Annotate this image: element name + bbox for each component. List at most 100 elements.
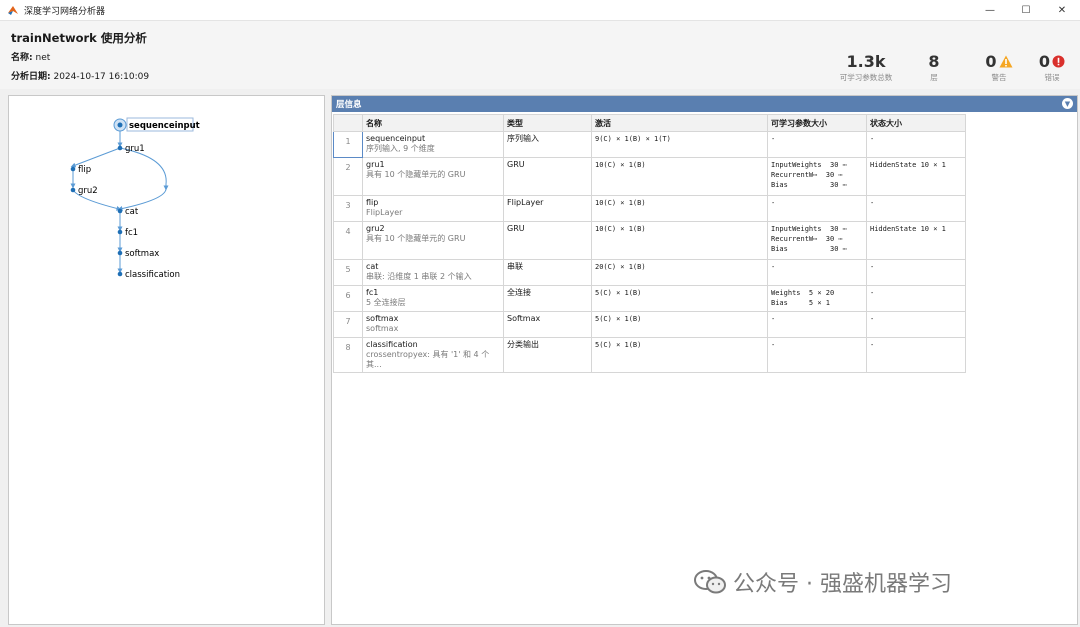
cell-learnable-line: - bbox=[771, 135, 776, 143]
cell-layer-desc: 5 全连接层 bbox=[366, 298, 406, 307]
table-row[interactable]: 3 flip FlipLayer FlipLayer 10(C) × 1(B) - - bbox=[333, 195, 966, 222]
date-label: 分析日期: bbox=[11, 72, 51, 82]
maximize-button[interactable]: ☐ bbox=[1008, 0, 1044, 21]
cell-layer-name: fc1 bbox=[366, 288, 379, 297]
table-row[interactable]: 6 fc1 5 全连接层 全连接 5(C) × 1(B) Weights 5 × 20 Bi… bbox=[333, 285, 966, 312]
cell-learnable-line: - bbox=[771, 341, 776, 349]
network-graph[interactable]: sequenceinput gru1 flip gru2 cat fc1 sof… bbox=[9, 96, 326, 626]
cell-learnable-line: Weights 5 × 20 bbox=[771, 289, 835, 297]
warning-icon bbox=[999, 55, 1013, 68]
stat-warnings[interactable]: 0 警告 bbox=[978, 52, 1020, 83]
stat-errors[interactable]: 0 错误 bbox=[1032, 52, 1072, 83]
name-value: net bbox=[35, 53, 51, 63]
graph-node-gru2[interactable]: gru2 bbox=[70, 186, 98, 196]
cell-index: 4 bbox=[333, 221, 363, 260]
table-row[interactable]: 4 gru2 具有 10 个隐藏单元的 GRU GRU 10(C) × 1(B) Inpu… bbox=[333, 221, 966, 260]
cell-activation: 9(C) × 1(B) × 1(T) bbox=[591, 131, 768, 158]
table-row[interactable]: 8 classification crossentropyex: 具有 '1' 和 … bbox=[333, 337, 966, 373]
cell-index: 3 bbox=[333, 195, 363, 222]
cell-layer-name: softmax bbox=[366, 314, 399, 323]
cell-index: 1 bbox=[333, 131, 363, 158]
cell-state: - bbox=[866, 311, 966, 338]
cell-type: 分类输出 bbox=[503, 337, 592, 373]
cell-learnables: Weights 5 × 20 Bias 5 × 1 bbox=[767, 285, 867, 312]
name-label: 名称: bbox=[11, 53, 33, 63]
minimize-button[interactable]: — bbox=[972, 0, 1008, 21]
graph-node-softmax[interactable]: softmax bbox=[117, 249, 160, 259]
cell-state: HiddenState 10 × 1 bbox=[866, 157, 966, 196]
col-activation[interactable]: 激活 bbox=[591, 114, 768, 132]
graph-node-classification[interactable]: classification bbox=[117, 270, 180, 280]
table-row[interactable]: 1 sequenceinput 序列输入, 9 个维度 序列输入 9(C) × 1(B)… bbox=[333, 131, 966, 158]
col-index[interactable] bbox=[333, 114, 363, 132]
cell-layer-desc: 具有 10 个隐藏单元的 GRU bbox=[366, 170, 466, 179]
collapse-chevron-icon[interactable]: ▼ bbox=[1062, 98, 1073, 109]
error-icon bbox=[1052, 55, 1065, 68]
cell-learnable-line: - bbox=[771, 263, 776, 271]
graph-node-fc1[interactable]: fc1 bbox=[117, 228, 138, 238]
cell-name: flip FlipLayer bbox=[362, 195, 504, 222]
graph-label-flip: flip bbox=[78, 165, 91, 175]
graph-node-gru1[interactable]: gru1 bbox=[117, 144, 145, 154]
cell-layer-name: gru2 bbox=[366, 224, 385, 233]
cell-index: 2 bbox=[333, 157, 363, 196]
stat-warnings-label: 警告 bbox=[991, 73, 1007, 82]
cell-layer-name: cat bbox=[366, 262, 379, 271]
cell-learnable-line: - bbox=[771, 199, 776, 207]
graph-node-flip[interactable]: flip bbox=[70, 165, 91, 175]
col-state[interactable]: 状态大小 bbox=[866, 114, 966, 132]
stat-warnings-value: 0 bbox=[985, 52, 997, 71]
cell-learnable-line: Bias 5 × 1 bbox=[771, 299, 831, 307]
cell-activation: 5(C) × 1(B) bbox=[591, 285, 768, 312]
cell-name: softmax softmax bbox=[362, 311, 504, 338]
cell-name: fc1 5 全连接层 bbox=[362, 285, 504, 312]
cell-learnables: InputWeights 30 ⋯ RecurrentW⋯ 30 ⋯ Bias 30… bbox=[767, 221, 867, 260]
graph-label-gru1: gru1 bbox=[125, 144, 145, 154]
cell-state: - bbox=[866, 259, 966, 286]
cell-layer-desc: 序列输入, 9 个维度 bbox=[366, 144, 435, 153]
network-graph-panel[interactable]: sequenceinput gru1 flip gru2 cat fc1 sof… bbox=[8, 95, 325, 625]
cell-type: 全连接 bbox=[503, 285, 592, 312]
col-type[interactable]: 类型 bbox=[503, 114, 592, 132]
layer-table: 名称 类型 激活 可学习参数大小 状态大小 1 sequenceinput 序列输入… bbox=[333, 114, 966, 373]
cell-layer-desc: FlipLayer bbox=[366, 208, 403, 217]
graph-node-sequenceinput[interactable]: sequenceinput bbox=[113, 117, 200, 132]
col-name[interactable]: 名称 bbox=[362, 114, 504, 132]
analysis-header: trainNetwork 使用分析 名称: net 分析日期: 2024-10-… bbox=[0, 21, 1080, 89]
table-row[interactable]: 7 softmax softmax Softmax 5(C) × 1(B) - - bbox=[333, 311, 966, 338]
cell-layer-name: gru1 bbox=[366, 160, 385, 169]
cell-index: 6 bbox=[333, 285, 363, 312]
stat-errors-label: 错误 bbox=[1044, 73, 1060, 82]
close-button[interactable]: ✕ bbox=[1044, 0, 1080, 21]
window-title: 深度学习网络分析器 bbox=[24, 6, 106, 17]
graph-label-classification: classification bbox=[125, 270, 180, 280]
table-row[interactable]: 2 gru1 具有 10 个隐藏单元的 GRU GRU 10(C) × 1(B) Inpu… bbox=[333, 157, 966, 196]
cell-state: - bbox=[866, 337, 966, 373]
cell-learnables: InputWeights 30 ⋯ RecurrentW⋯ 30 ⋯ Bias 30… bbox=[767, 157, 867, 196]
stat-learnables: 1.3k 可学习参数总数 bbox=[832, 52, 900, 83]
col-learnables[interactable]: 可学习参数大小 bbox=[767, 114, 867, 132]
cell-learnable-line: InputWeights 30 ⋯ bbox=[771, 225, 847, 233]
stat-learnables-value: 1.3k bbox=[846, 52, 886, 71]
cell-layer-name: flip bbox=[366, 198, 379, 207]
cell-layer-name: sequenceinput bbox=[366, 134, 426, 143]
graph-label-gru2: gru2 bbox=[78, 186, 98, 196]
cell-name: sequenceinput 序列输入, 9 个维度 bbox=[362, 131, 504, 158]
cell-state: HiddenState 10 × 1 bbox=[866, 221, 966, 260]
graph-label-sequenceinput: sequenceinput bbox=[129, 121, 200, 131]
graph-label-fc1: fc1 bbox=[125, 228, 138, 238]
table-row[interactable]: 5 cat 串联: 沿维度 1 串联 2 个输入 串联 20(C) × 1(B) - - bbox=[333, 259, 966, 286]
cell-name: cat 串联: 沿维度 1 串联 2 个输入 bbox=[362, 259, 504, 286]
stat-layers: 8 层 bbox=[918, 52, 950, 83]
cell-learnable-line: InputWeights 30 ⋯ bbox=[771, 161, 847, 169]
stat-errors-value: 0 bbox=[1038, 52, 1051, 71]
page-title: trainNetwork 使用分析 bbox=[11, 31, 147, 45]
cell-name: gru1 具有 10 个隐藏单元的 GRU bbox=[362, 157, 504, 196]
cell-layer-desc: 串联: 沿维度 1 串联 2 个输入 bbox=[366, 272, 472, 281]
name-row: 名称: net bbox=[11, 50, 50, 63]
cell-learnable-line: Bias 30 ⋯ bbox=[771, 245, 847, 253]
cell-learnables: - bbox=[767, 337, 867, 373]
watermark: 公众号 · 强盛机器学习 bbox=[693, 566, 952, 598]
date-value: 2024-10-17 16:10:09 bbox=[53, 72, 150, 82]
cell-type: GRU bbox=[503, 221, 592, 260]
